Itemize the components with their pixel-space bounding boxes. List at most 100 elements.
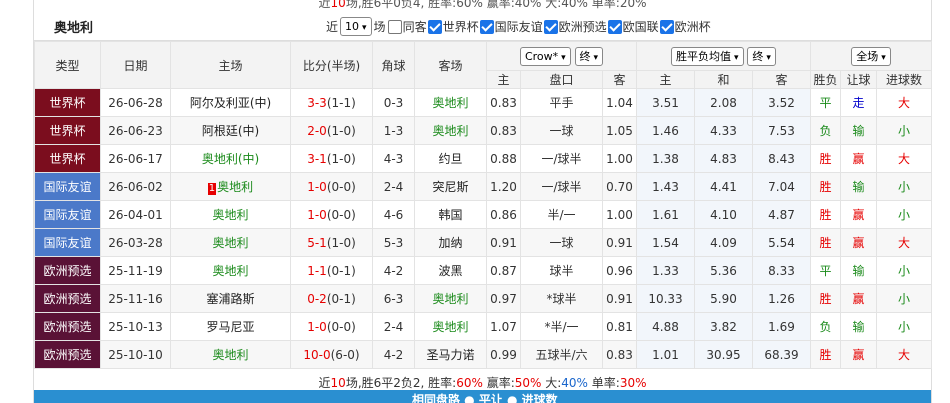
league-badge[interactable]: 欧洲预选 <box>34 256 101 285</box>
home-handicap-odds: 0.83 <box>486 88 521 117</box>
handicap-line: 五球半/六 <box>520 340 603 369</box>
goals-result: 小 <box>875 116 933 145</box>
col-home-odds: 主 <box>486 70 521 89</box>
away-team[interactable]: 奥地利 <box>414 312 487 341</box>
league-badge[interactable]: 欧洲预选 <box>34 284 101 313</box>
home-team[interactable]: 阿根廷(中) <box>170 116 291 145</box>
league-badge[interactable]: 欧洲预选 <box>34 340 101 369</box>
table-row[interactable]: 世界杯 26-06-17 奥地利(中) 3-1(1-0) 4-3 约旦 0.88 一/球半 1.… <box>34 144 933 173</box>
table-row[interactable]: 欧洲预选 25-10-10 奥地利 10-0(6-0) 4-2 圣马力诺 0.99 五球半/六… <box>34 340 933 369</box>
full-time-score: 1-1 <box>307 263 327 278</box>
league-badge[interactable]: 世界杯 <box>34 144 101 173</box>
home-team[interactable]: 奥地利(中) <box>170 144 291 173</box>
chevron-down-icon: ▾ <box>561 52 566 63</box>
match-score[interactable]: 10-0(6-0) <box>290 340 373 369</box>
match-score[interactable]: 1-1(0-1) <box>290 256 373 285</box>
away-team[interactable]: 加纳 <box>414 228 487 257</box>
recent-count-select[interactable]: 10 ▾ <box>340 17 372 36</box>
filter-checkbox[interactable] <box>543 19 558 34</box>
draw-odds: 3.82 <box>694 312 753 341</box>
away-team[interactable]: 奥地利 <box>414 284 487 313</box>
col-home: 主场 <box>170 41 291 89</box>
goals-result: 大 <box>875 340 933 369</box>
away-team[interactable]: 奥地利 <box>414 116 487 145</box>
table-row[interactable]: 国际友谊 26-04-01 奥地利 1-0(0-0) 4-6 韩国 0.86 半/一 1.00 1… <box>34 200 933 229</box>
col-draw-odds: 和 <box>694 70 753 89</box>
match-result: 胜 <box>810 228 841 257</box>
match-score[interactable]: 3-1(1-0) <box>290 144 373 173</box>
away-team[interactable]: 波黑 <box>414 256 487 285</box>
away-team[interactable]: 奥地利 <box>414 88 487 117</box>
away-team[interactable]: 突尼斯 <box>414 172 487 201</box>
match-score[interactable]: 2-0(1-0) <box>290 116 373 145</box>
odds-type-select[interactable]: 胜平负均值 ▾ <box>671 46 744 66</box>
league-badge[interactable]: 欧洲预选 <box>34 312 101 341</box>
half-time-score: (0-0) <box>326 319 356 334</box>
filter-checkbox[interactable] <box>607 19 622 34</box>
match-score[interactable]: 0-2(0-1) <box>290 284 373 313</box>
table-row[interactable]: 欧洲预选 25-10-13 罗马尼亚 1-0(0-0) 2-4 奥地利 1.07 *半/一 0.… <box>34 312 933 341</box>
away-team[interactable]: 韩国 <box>414 200 487 229</box>
match-score[interactable]: 1-0(0-0) <box>290 200 373 229</box>
full-time-score: 0-2 <box>307 291 327 306</box>
full-time-score: 5-1 <box>307 235 327 250</box>
period-select[interactable]: 全场 ▾ <box>851 46 891 66</box>
home-team[interactable]: 罗马尼亚 <box>170 312 291 341</box>
home-team[interactable]: 奥地利 <box>170 256 291 285</box>
match-score[interactable]: 1-0(0-0) <box>290 172 373 201</box>
corner-count: 4-2 <box>372 256 415 285</box>
loss-odds: 5.54 <box>752 228 811 257</box>
half-time-score: (0-0) <box>326 179 356 194</box>
home-team[interactable]: 阿尔及利亚(中) <box>170 88 291 117</box>
home-team[interactable]: 奥地利 <box>170 340 291 369</box>
away-team[interactable]: 圣马力诺 <box>414 340 487 369</box>
table-row[interactable]: 欧洲预选 25-11-19 奥地利 1-1(0-1) 4-2 波黑 0.87 球半 0.96 1.… <box>34 256 933 285</box>
match-date: 26-06-17 <box>100 144 171 173</box>
loss-odds: 1.69 <box>752 312 811 341</box>
filter-checkbox[interactable] <box>659 19 674 34</box>
league-badge[interactable]: 国际友谊 <box>34 172 101 201</box>
half-time-score: (1-1) <box>326 95 356 110</box>
handicap-company-select[interactable]: Crow* ▾ <box>519 46 571 66</box>
win-odds: 1.54 <box>636 228 695 257</box>
filter-checkbox[interactable] <box>479 19 494 34</box>
league-badge[interactable]: 国际友谊 <box>34 200 101 229</box>
table-row[interactable]: 国际友谊 26-06-02 1 奥地利 1-0(0-0) 2-4 突尼斯 1.20 一/球半 0.… <box>34 172 933 201</box>
handicap-result: 赢 <box>840 284 877 313</box>
match-score[interactable]: 3-3(1-1) <box>290 88 373 117</box>
match-score[interactable]: 1-0(0-0) <box>290 312 373 341</box>
home-team[interactable]: 奥地利 <box>170 200 291 229</box>
col-away-odds: 客 <box>602 70 637 89</box>
home-handicap-odds: 0.99 <box>486 340 521 369</box>
odds-stage-select[interactable]: 终 ▾ <box>747 46 776 66</box>
match-score[interactable]: 5-1(1-0) <box>290 228 373 257</box>
home-team-name: 奥地利(中) <box>201 152 260 166</box>
table-row[interactable]: 世界杯 26-06-28 阿尔及利亚(中) 3-3(1-1) 0-3 奥地利 0.83 平手 1… <box>34 88 933 117</box>
home-handicap-odds: 0.97 <box>486 284 521 313</box>
filter-checkbox[interactable] <box>387 19 402 34</box>
filter-checkbox-label: 同客 <box>402 20 427 34</box>
league-badge[interactable]: 世界杯 <box>34 88 101 117</box>
league-badge[interactable]: 世界杯 <box>34 116 101 145</box>
handicap-stage-select[interactable]: 终 ▾ <box>574 46 604 66</box>
handicap-result: 输 <box>840 256 877 285</box>
home-team[interactable]: 塞浦路斯 <box>170 284 291 313</box>
handicap-result: 赢 <box>840 340 877 369</box>
handicap-line: 一/球半 <box>520 144 603 173</box>
table-row[interactable]: 欧洲预选 25-11-16 塞浦路斯 0-2(0-1) 6-3 奥地利 0.97 *球半 0.9… <box>34 284 933 313</box>
home-handicap-odds: 0.91 <box>486 228 521 257</box>
corner-count: 5-3 <box>372 228 415 257</box>
filter-controls: 近 10 ▾ 场 同客 世界杯 国际友谊 欧洲预选 欧国联 欧洲杯 <box>326 17 711 36</box>
full-time-score: 1-0 <box>307 179 327 194</box>
same-handicap-bar: 相同盘路 ● 平让 ● 进球数 <box>34 390 931 403</box>
full-time-score: 1-0 <box>307 207 327 222</box>
home-team[interactable]: 1 奥地利 <box>170 172 291 201</box>
half-time-score: (1-0) <box>326 123 356 138</box>
filter-checkbox[interactable] <box>427 19 442 34</box>
home-team[interactable]: 奥地利 <box>170 228 291 257</box>
table-row[interactable]: 国际友谊 26-03-28 奥地利 5-1(1-0) 5-3 加纳 0.91 一球 0.91 1.… <box>34 228 933 257</box>
table-row[interactable]: 世界杯 26-06-23 阿根廷(中) 2-0(1-0) 1-3 奥地利 0.83 一球 1.0… <box>34 116 933 145</box>
league-badge[interactable]: 国际友谊 <box>34 228 101 257</box>
chevron-down-icon: ▾ <box>766 52 771 63</box>
away-team[interactable]: 约旦 <box>414 144 487 173</box>
